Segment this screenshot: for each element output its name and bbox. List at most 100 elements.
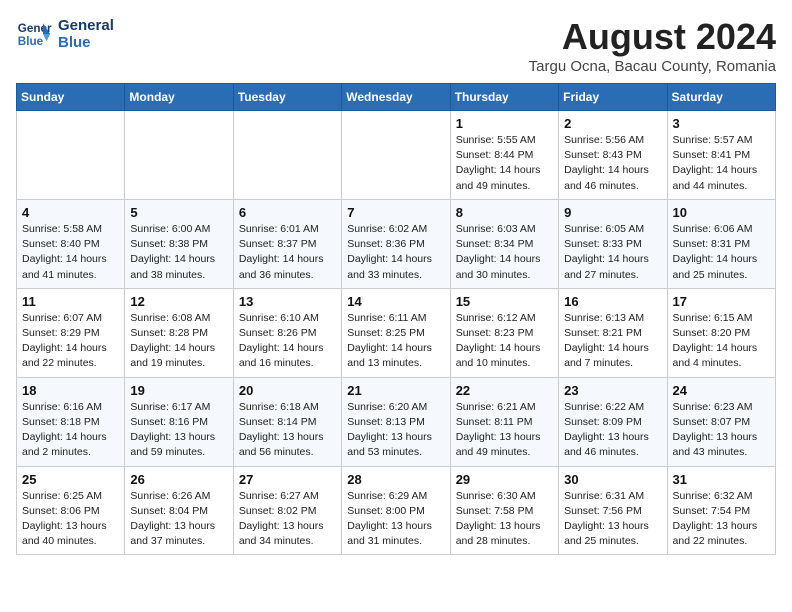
calendar-cell: 14 Sunrise: 6:11 AM Sunset: 8:25 PM Dayli… <box>342 288 450 377</box>
day-number: 12 <box>130 294 227 309</box>
day-number: 30 <box>564 472 661 487</box>
day-number: 8 <box>456 205 553 220</box>
svg-text:Blue: Blue <box>18 35 44 48</box>
calendar-cell: 22Sunrise: 6:21 AM Sunset: 8:11 PM Dayli… <box>450 377 558 466</box>
weekday-header-saturday: Saturday <box>667 84 775 111</box>
calendar-cell: 26Sunrise: 6:26 AM Sunset: 8:04 PM Dayli… <box>125 466 233 555</box>
weekday-header-wednesday: Wednesday <box>342 84 450 111</box>
day-number: 19 <box>130 383 227 398</box>
weekday-header-tuesday: Tuesday <box>233 84 341 111</box>
day-info: Sunrise: 6:23 AM Sunset: 8:07 PM Dayligh… <box>673 400 770 461</box>
calendar-cell: 15 Sunrise: 6:12 AM Sunset: 8:23 PM Dayli… <box>450 288 558 377</box>
day-info: Sunrise: 6:29 AM Sunset: 8:00 PM Dayligh… <box>347 489 444 550</box>
calendar-cell: 11 Sunrise: 6:07 AM Sunset: 8:29 PM Dayli… <box>17 288 125 377</box>
day-info: Sunrise: 5:56 AM Sunset: 8:43 PM Dayligh… <box>564 133 661 194</box>
logo-blue: Blue <box>58 34 114 51</box>
calendar-cell: 20 Sunrise: 6:18 AM Sunset: 8:14 PM Dayli… <box>233 377 341 466</box>
calendar-cell: 19 Sunrise: 6:17 AM Sunset: 8:16 PM Dayli… <box>125 377 233 466</box>
calendar-cell: 30 Sunrise: 6:31 AM Sunset: 7:56 PM Dayli… <box>559 466 667 555</box>
calendar-cell: 25Sunrise: 6:25 AM Sunset: 8:06 PM Dayli… <box>17 466 125 555</box>
day-number: 23 <box>564 383 661 398</box>
calendar-cell: 8 Sunrise: 6:03 AM Sunset: 8:34 PM Daylig… <box>450 199 558 288</box>
weekday-header-friday: Friday <box>559 84 667 111</box>
day-number: 11 <box>22 294 119 309</box>
day-info: Sunrise: 6:31 AM Sunset: 7:56 PM Dayligh… <box>564 489 661 550</box>
calendar-cell: 2 Sunrise: 5:56 AM Sunset: 8:43 PM Daylig… <box>559 111 667 200</box>
day-number: 3 <box>673 116 770 131</box>
calendar-cell: 4 Sunrise: 5:58 AM Sunset: 8:40 PM Daylig… <box>17 199 125 288</box>
day-info: Sunrise: 5:58 AM Sunset: 8:40 PM Dayligh… <box>22 222 119 283</box>
day-info: Sunrise: 6:16 AM Sunset: 8:18 PM Dayligh… <box>22 400 119 461</box>
calendar-cell <box>233 111 341 200</box>
day-number: 17 <box>673 294 770 309</box>
day-info: Sunrise: 6:00 AM Sunset: 8:38 PM Dayligh… <box>130 222 227 283</box>
day-number: 2 <box>564 116 661 131</box>
day-info: Sunrise: 6:12 AM Sunset: 8:23 PM Dayligh… <box>456 311 553 372</box>
weekday-header-monday: Monday <box>125 84 233 111</box>
calendar-cell: 23 Sunrise: 6:22 AM Sunset: 8:09 PM Dayli… <box>559 377 667 466</box>
calendar-cell: 31 Sunrise: 6:32 AM Sunset: 7:54 PM Dayli… <box>667 466 775 555</box>
calendar-cell <box>125 111 233 200</box>
day-number: 24 <box>673 383 770 398</box>
calendar-cell: 16 Sunrise: 6:13 AM Sunset: 8:21 PM Dayli… <box>559 288 667 377</box>
day-number: 4 <box>22 205 119 220</box>
day-number: 21 <box>347 383 444 398</box>
calendar-cell: 28 Sunrise: 6:29 AM Sunset: 8:00 PM Dayli… <box>342 466 450 555</box>
day-info: Sunrise: 6:17 AM Sunset: 8:16 PM Dayligh… <box>130 400 227 461</box>
calendar-week-1: 1Sunrise: 5:55 AM Sunset: 8:44 PM Daylig… <box>17 111 776 200</box>
day-number: 7 <box>347 205 444 220</box>
day-number: 16 <box>564 294 661 309</box>
calendar-cell: 6Sunrise: 6:01 AM Sunset: 8:37 PM Daylig… <box>233 199 341 288</box>
calendar-cell: 9 Sunrise: 6:05 AM Sunset: 8:33 PM Daylig… <box>559 199 667 288</box>
day-info: Sunrise: 6:18 AM Sunset: 8:14 PM Dayligh… <box>239 400 336 461</box>
calendar-cell <box>17 111 125 200</box>
calendar-cell: 1Sunrise: 5:55 AM Sunset: 8:44 PM Daylig… <box>450 111 558 200</box>
day-info: Sunrise: 6:08 AM Sunset: 8:28 PM Dayligh… <box>130 311 227 372</box>
day-number: 9 <box>564 205 661 220</box>
day-info: Sunrise: 6:20 AM Sunset: 8:13 PM Dayligh… <box>347 400 444 461</box>
day-number: 22 <box>456 383 553 398</box>
calendar-table: SundayMondayTuesdayWednesdayThursdayFrid… <box>16 83 776 555</box>
day-number: 5 <box>130 205 227 220</box>
logo-icon: General Blue <box>16 16 52 52</box>
day-info: Sunrise: 6:06 AM Sunset: 8:31 PM Dayligh… <box>673 222 770 283</box>
logo-general: General <box>58 17 114 34</box>
calendar-week-3: 11 Sunrise: 6:07 AM Sunset: 8:29 PM Dayli… <box>17 288 776 377</box>
day-number: 20 <box>239 383 336 398</box>
logo: General Blue General Blue <box>16 16 114 52</box>
day-info: Sunrise: 6:27 AM Sunset: 8:02 PM Dayligh… <box>239 489 336 550</box>
day-info: Sunrise: 6:30 AM Sunset: 7:58 PM Dayligh… <box>456 489 553 550</box>
day-info: Sunrise: 6:25 AM Sunset: 8:06 PM Dayligh… <box>22 489 119 550</box>
calendar-cell: 13Sunrise: 6:10 AM Sunset: 8:26 PM Dayli… <box>233 288 341 377</box>
calendar-cell: 27 Sunrise: 6:27 AM Sunset: 8:02 PM Dayli… <box>233 466 341 555</box>
calendar-cell: 24 Sunrise: 6:23 AM Sunset: 8:07 PM Dayli… <box>667 377 775 466</box>
title-block: August 2024 Targu Ocna, Bacau County, Ro… <box>529 16 776 75</box>
day-info: Sunrise: 6:13 AM Sunset: 8:21 PM Dayligh… <box>564 311 661 372</box>
day-info: Sunrise: 6:02 AM Sunset: 8:36 PM Dayligh… <box>347 222 444 283</box>
day-number: 27 <box>239 472 336 487</box>
day-info: Sunrise: 6:07 AM Sunset: 8:29 PM Dayligh… <box>22 311 119 372</box>
day-info: Sunrise: 6:10 AM Sunset: 8:26 PM Dayligh… <box>239 311 336 372</box>
day-number: 31 <box>673 472 770 487</box>
day-info: Sunrise: 6:01 AM Sunset: 8:37 PM Dayligh… <box>239 222 336 283</box>
day-info: Sunrise: 5:57 AM Sunset: 8:41 PM Dayligh… <box>673 133 770 194</box>
weekday-header-sunday: Sunday <box>17 84 125 111</box>
day-number: 29 <box>456 472 553 487</box>
calendar-cell: 17 Sunrise: 6:15 AM Sunset: 8:20 PM Dayli… <box>667 288 775 377</box>
month-year-title: August 2024 <box>529 16 776 58</box>
day-number: 14 <box>347 294 444 309</box>
day-info: Sunrise: 6:15 AM Sunset: 8:20 PM Dayligh… <box>673 311 770 372</box>
day-info: Sunrise: 6:11 AM Sunset: 8:25 PM Dayligh… <box>347 311 444 372</box>
day-info: Sunrise: 6:26 AM Sunset: 8:04 PM Dayligh… <box>130 489 227 550</box>
day-number: 28 <box>347 472 444 487</box>
day-info: Sunrise: 6:22 AM Sunset: 8:09 PM Dayligh… <box>564 400 661 461</box>
day-info: Sunrise: 6:32 AM Sunset: 7:54 PM Dayligh… <box>673 489 770 550</box>
calendar-cell: 29 Sunrise: 6:30 AM Sunset: 7:58 PM Dayli… <box>450 466 558 555</box>
day-number: 10 <box>673 205 770 220</box>
calendar-week-4: 18Sunrise: 6:16 AM Sunset: 8:18 PM Dayli… <box>17 377 776 466</box>
location-subtitle: Targu Ocna, Bacau County, Romania <box>529 58 776 75</box>
day-info: Sunrise: 6:05 AM Sunset: 8:33 PM Dayligh… <box>564 222 661 283</box>
day-info: Sunrise: 5:55 AM Sunset: 8:44 PM Dayligh… <box>456 133 553 194</box>
day-info: Sunrise: 6:03 AM Sunset: 8:34 PM Dayligh… <box>456 222 553 283</box>
day-number: 15 <box>456 294 553 309</box>
